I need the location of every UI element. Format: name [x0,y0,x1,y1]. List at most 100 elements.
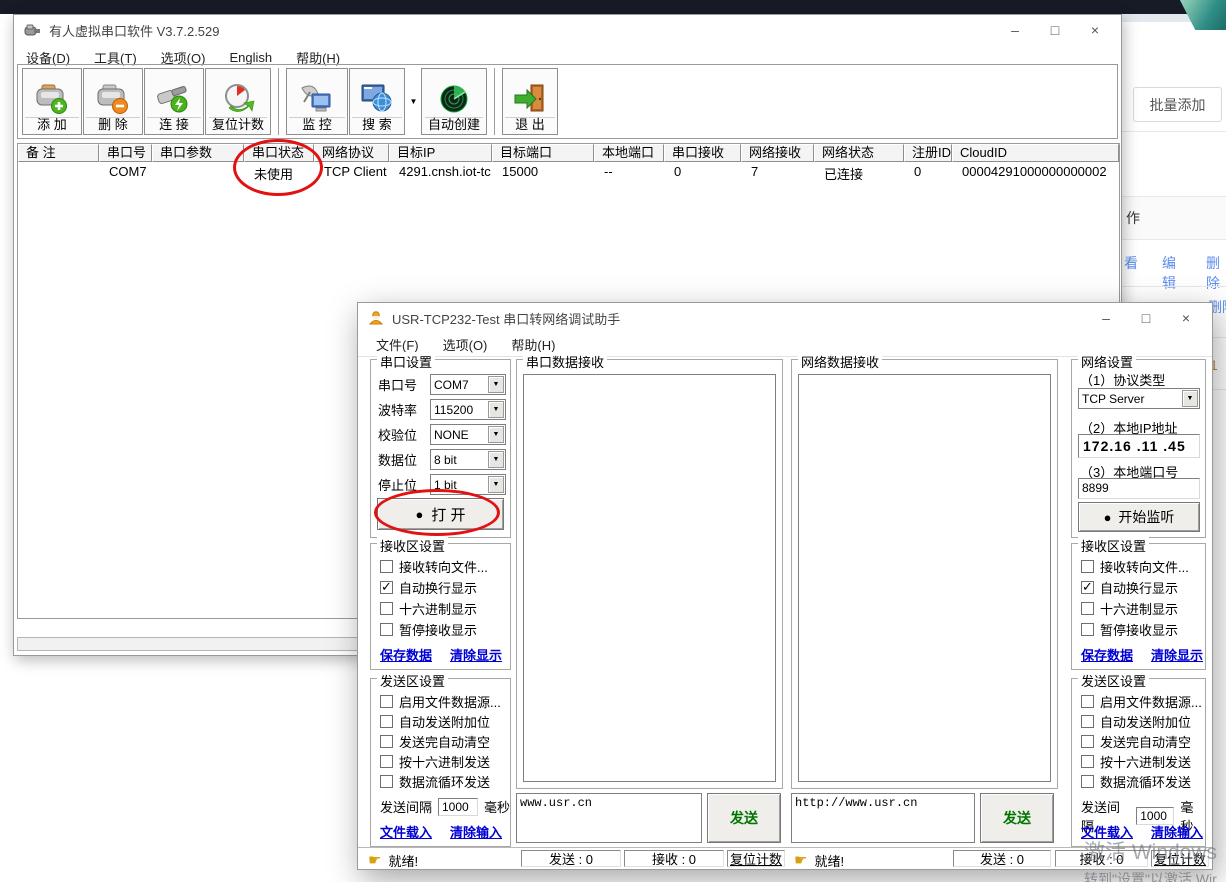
baud-rate-select[interactable]: 115200 ▼ [430,399,506,420]
loop-send-checkbox-right[interactable]: 数据流循环发送 [1081,773,1191,789]
serial-send-button[interactable]: 发送 [707,793,781,843]
local-port-input[interactable]: 8899 [1078,478,1200,499]
protocol-dropdown-icon[interactable]: ▼ [1182,390,1198,407]
col-net-recv[interactable]: 网络接收 [741,144,814,162]
parity-dropdown-icon[interactable]: ▼ [488,426,504,443]
data-bits-select[interactable]: 8 bit ▼ [430,449,506,470]
checkbox-icon[interactable] [380,715,393,728]
test-minimize-button[interactable]: – [1086,303,1126,333]
checkbox-icon[interactable] [380,755,393,768]
com-port-dropdown-icon[interactable]: ▼ [488,376,504,393]
net-send-button[interactable]: 发送 [980,793,1054,843]
reset-count-button[interactable]: 复位计数 [205,68,271,135]
vcom-titlebar[interactable]: 有人虚拟串口软件 V3.7.2.529 – □ × [14,15,1121,45]
add-button[interactable]: 添 加 [22,68,82,135]
auto-create-button[interactable]: 自动创建 [421,68,487,135]
web-view-link[interactable]: 看 [1124,253,1138,273]
clear-display-link-left[interactable]: 清除显示 [450,645,502,664]
hex-display-checkbox-left[interactable]: 十六进制显示 [380,600,477,616]
net-send-input[interactable]: http://www.usr.cn [791,793,975,843]
checkbox-icon[interactable] [380,623,393,636]
checkbox-icon[interactable] [1081,755,1094,768]
file-source-checkbox-left[interactable]: 启用文件数据源... [380,693,501,709]
parity-select[interactable]: NONE ▼ [430,424,506,445]
col-target-ip[interactable]: 目标IP [389,144,492,162]
checkbox-icon[interactable] [1081,581,1094,594]
stop-bits-dropdown-icon[interactable]: ▼ [488,476,504,493]
checkbox-icon[interactable] [1081,775,1094,788]
test-menu-options[interactable]: 选项(O) [431,333,500,356]
test-maximize-button[interactable]: □ [1126,303,1166,333]
batch-add-button[interactable]: 批量添加 [1133,87,1222,122]
search-button[interactable]: 搜 索 [349,68,405,135]
send-interval-input-left[interactable]: 1000 [438,798,478,816]
auto-append-checkbox-right[interactable]: 自动发送附加位 [1081,713,1191,729]
auto-clear-checkbox-right[interactable]: 发送完自动清空 [1081,733,1191,749]
load-file-link-left[interactable]: 文件载入 [380,822,432,841]
recv-to-file-checkbox-right[interactable]: 接收转向文件... [1081,558,1189,574]
start-listen-button[interactable]: ● 开始监听 [1078,502,1200,532]
col-cloud-id[interactable]: CloudID [952,144,1119,162]
com-port-select[interactable]: COM7 ▼ [430,374,506,395]
checkbox-icon[interactable] [380,560,393,573]
save-data-link-right[interactable]: 保存数据 [1081,645,1133,664]
checkbox-icon[interactable] [380,695,393,708]
col-remark[interactable]: 备 注 [18,144,99,162]
table-row[interactable]: COM7 未使用 TCP Client 4291.cnsh.iot-tc... … [18,164,1119,182]
pause-recv-checkbox-right[interactable]: 暂停接收显示 [1081,621,1178,637]
auto-clear-checkbox-left[interactable]: 发送完自动清空 [380,733,490,749]
loop-send-checkbox-left[interactable]: 数据流循环发送 [380,773,490,789]
recv-to-file-checkbox-left[interactable]: 接收转向文件... [380,558,488,574]
checkbox-icon[interactable] [1081,715,1094,728]
connect-button[interactable]: 连 接 [144,68,204,135]
auto-append-checkbox-left[interactable]: 自动发送附加位 [380,713,490,729]
auto-wrap-checkbox-left[interactable]: 自动换行显示 [380,579,477,595]
checkbox-icon[interactable] [380,581,393,594]
checkbox-icon[interactable] [380,602,393,615]
checkbox-icon[interactable] [1081,602,1094,615]
data-bits-dropdown-icon[interactable]: ▼ [488,451,504,468]
col-com-port[interactable]: 串口号 [99,144,152,162]
net-recv-area[interactable] [798,374,1051,782]
test-titlebar[interactable]: USR-TCP232-Test 串口转网络调试助手 – □ × [358,303,1212,333]
col-local-port[interactable]: 本地端口 [594,144,664,162]
pause-recv-checkbox-left[interactable]: 暂停接收显示 [380,621,477,637]
web-delete-link[interactable]: 删除 [1206,253,1226,273]
auto-wrap-checkbox-right[interactable]: 自动换行显示 [1081,579,1178,595]
checkbox-icon[interactable] [1081,560,1094,573]
save-data-link-left[interactable]: 保存数据 [380,645,432,664]
col-serial-recv[interactable]: 串口接收 [664,144,741,162]
checkbox-icon[interactable] [380,775,393,788]
vcom-maximize-button[interactable]: □ [1035,15,1075,45]
hex-send-checkbox-left[interactable]: 按十六进制发送 [380,753,490,769]
clear-display-link-right[interactable]: 清除显示 [1151,645,1203,664]
col-target-port[interactable]: 目标端口 [492,144,594,162]
serial-send-input[interactable]: www.usr.cn [516,793,702,843]
checkbox-icon[interactable] [1081,623,1094,636]
search-dropdown-arrow[interactable]: ▼ [406,68,421,135]
protocol-type-select[interactable]: TCP Server ▼ [1078,388,1200,409]
col-register-id[interactable]: 注册ID [904,144,952,162]
test-close-button[interactable]: × [1166,303,1206,333]
clear-input-link-right[interactable]: 清除输入 [1151,822,1203,841]
checkbox-icon[interactable] [1081,735,1094,748]
col-net-status[interactable]: 网络状态 [814,144,904,162]
load-file-link-right[interactable]: 文件载入 [1081,822,1133,841]
vcom-close-button[interactable]: × [1075,15,1115,45]
serial-recv-area[interactable] [523,374,776,782]
clear-input-link-left[interactable]: 清除输入 [450,822,502,841]
baud-rate-dropdown-icon[interactable]: ▼ [488,401,504,418]
web-edit-link[interactable]: 编辑 [1162,253,1182,273]
serial-reset-count-button[interactable]: 复位计数 [727,850,785,867]
exit-button[interactable]: 退 出 [502,68,558,135]
checkbox-icon[interactable] [1081,695,1094,708]
file-source-checkbox-right[interactable]: 启用文件数据源... [1081,693,1202,709]
monitor-button[interactable]: 监 控 [286,68,348,135]
local-ip-input[interactable]: 172.16 .11 .45 [1078,434,1200,458]
col-serial-params[interactable]: 串口参数 [152,144,244,162]
delete-button[interactable]: 删 除 [83,68,143,135]
checkbox-icon[interactable] [380,735,393,748]
vcom-minimize-button[interactable]: – [995,15,1035,45]
net-reset-count-button[interactable]: 复位计数 [1151,850,1209,867]
hex-send-checkbox-right[interactable]: 按十六进制发送 [1081,753,1191,769]
